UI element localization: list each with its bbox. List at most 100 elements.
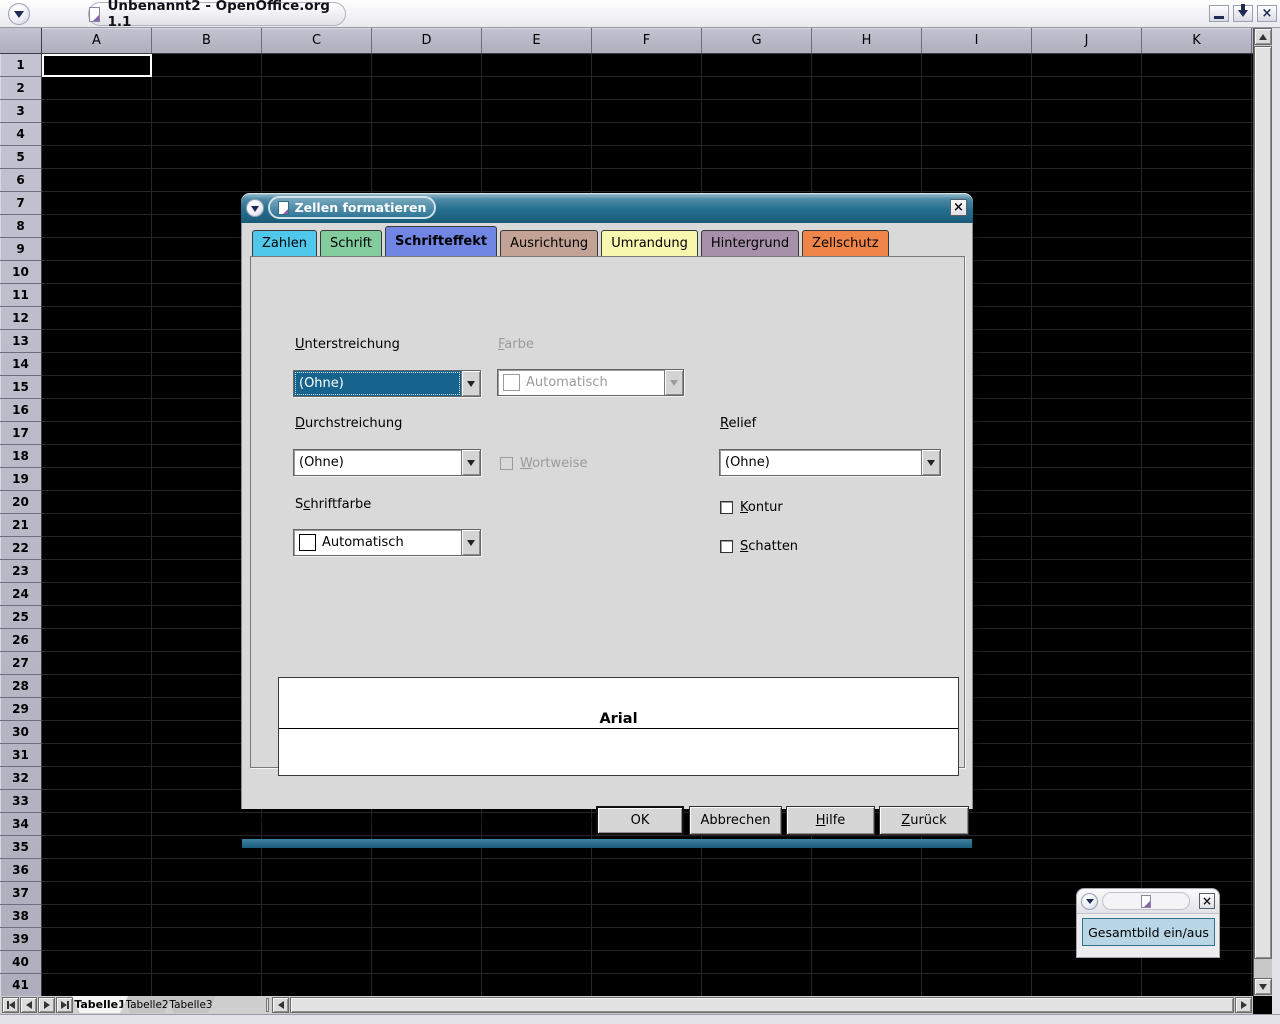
row-header-15[interactable]: 15 [0, 376, 42, 399]
cell-cursor-A1[interactable] [42, 54, 152, 77]
row-header-39[interactable]: 39 [0, 928, 42, 951]
dropdown-arrow-button[interactable] [461, 450, 480, 475]
row-header-17[interactable]: 17 [0, 422, 42, 445]
tab-ausrichtung[interactable]: Ausrichtung [500, 230, 598, 256]
select-all-corner[interactable] [0, 28, 42, 54]
column-header-A[interactable]: A [42, 28, 152, 53]
row-header-27[interactable]: 27 [0, 652, 42, 675]
column-header-C[interactable]: C [262, 28, 372, 53]
vertical-scroll-thumb[interactable] [1254, 46, 1272, 959]
row-header-5[interactable]: 5 [0, 146, 42, 169]
column-header-D[interactable]: D [372, 28, 482, 53]
window-menu-button[interactable] [8, 3, 30, 25]
row-header-35[interactable]: 35 [0, 836, 42, 859]
row-header-22[interactable]: 22 [0, 537, 42, 560]
row-header-36[interactable]: 36 [0, 859, 42, 882]
row-header-40[interactable]: 40 [0, 951, 42, 974]
horizontal-scrollbar[interactable] [272, 997, 1253, 1013]
row-header-28[interactable]: 28 [0, 675, 42, 698]
dropdown-arrow-button[interactable] [461, 530, 480, 555]
row-header-38[interactable]: 38 [0, 905, 42, 928]
row-header-19[interactable]: 19 [0, 468, 42, 491]
row-header-14[interactable]: 14 [0, 353, 42, 376]
ok-button[interactable]: OK [596, 806, 684, 835]
row-header-16[interactable]: 16 [0, 399, 42, 422]
row-header-13[interactable]: 13 [0, 330, 42, 353]
row-header-30[interactable]: 30 [0, 721, 42, 744]
font-color-dropdown[interactable]: Automatisch [293, 529, 481, 556]
column-header-G[interactable]: G [702, 28, 812, 53]
row-header-1[interactable]: 1 [0, 54, 42, 77]
scroll-down-button[interactable] [1254, 978, 1272, 995]
vertical-scrollbar[interactable] [1253, 28, 1272, 996]
outline-checkbox[interactable]: Kontur [720, 500, 783, 515]
cancel-button[interactable]: Abbrechen [689, 806, 782, 835]
row-header-33[interactable]: 33 [0, 790, 42, 813]
row-header-26[interactable]: 26 [0, 629, 42, 652]
column-header-B[interactable]: B [152, 28, 262, 53]
row-header-24[interactable]: 24 [0, 583, 42, 606]
row-header-23[interactable]: 23 [0, 560, 42, 583]
tab-scrollbar-splitter[interactable] [266, 998, 269, 1012]
dropdown-arrow-button[interactable] [461, 371, 480, 396]
sheet-tab-tabelle2[interactable]: Tabelle2 [122, 996, 172, 1013]
scroll-left-button[interactable] [272, 997, 289, 1013]
row-header-6[interactable]: 6 [0, 169, 42, 192]
row-header-34[interactable]: 34 [0, 813, 42, 836]
toggle-overview-button[interactable]: Gesamtbild ein/aus [1082, 918, 1215, 946]
row-header-32[interactable]: 32 [0, 767, 42, 790]
close-button[interactable]: × [1257, 5, 1277, 22]
dialog-close-button[interactable]: × [950, 199, 967, 216]
column-header-K[interactable]: K [1142, 28, 1252, 53]
tab-schrifteffekt[interactable]: Schrifteffekt [385, 226, 497, 256]
help-button[interactable]: Hilfe [786, 806, 875, 835]
sheet-tab-tabelle1[interactable]: Tabelle1 [72, 996, 128, 1013]
column-header-J[interactable]: J [1032, 28, 1142, 53]
row-header-20[interactable]: 20 [0, 491, 42, 514]
row-header-18[interactable]: 18 [0, 445, 42, 468]
row-header-11[interactable]: 11 [0, 284, 42, 307]
tab-zellschutz[interactable]: Zellschutz [802, 230, 888, 256]
tool-window-titlebar[interactable]: × [1077, 889, 1219, 914]
scroll-up-button[interactable] [1254, 28, 1272, 45]
minimize-button[interactable] [1209, 5, 1229, 22]
row-header-31[interactable]: 31 [0, 744, 42, 767]
row-header-3[interactable]: 3 [0, 100, 42, 123]
tool-window-close-button[interactable]: × [1199, 893, 1215, 909]
horizontal-scroll-thumb[interactable] [290, 997, 1234, 1013]
row-header-21[interactable]: 21 [0, 514, 42, 537]
tool-window-menu-button[interactable] [1081, 893, 1098, 910]
row-header-12[interactable]: 12 [0, 307, 42, 330]
tab-schrift[interactable]: Schrift [320, 230, 382, 256]
sheet-tab-tabelle3[interactable]: Tabelle3 [166, 996, 216, 1013]
row-header-9[interactable]: 9 [0, 238, 42, 261]
back-button[interactable]: Zurück [879, 806, 969, 835]
row-header-8[interactable]: 8 [0, 215, 42, 238]
tab-umrandung[interactable]: Umrandung [601, 230, 698, 256]
previous-sheet-button[interactable] [20, 997, 37, 1013]
next-sheet-button[interactable] [38, 997, 55, 1013]
first-sheet-button[interactable] [2, 997, 19, 1013]
row-header-7[interactable]: 7 [0, 192, 42, 215]
row-header-29[interactable]: 29 [0, 698, 42, 721]
tab-hintergrund[interactable]: Hintergrund [701, 230, 799, 256]
maximize-button[interactable] [1233, 5, 1253, 22]
row-header-10[interactable]: 10 [0, 261, 42, 284]
row-header-2[interactable]: 2 [0, 77, 42, 100]
dropdown-arrow-button[interactable] [921, 450, 940, 475]
underline-dropdown[interactable]: (Ohne) [293, 370, 481, 397]
row-header-41[interactable]: 41 [0, 974, 42, 996]
last-sheet-button[interactable] [56, 997, 73, 1013]
shadow-checkbox[interactable]: Schatten [720, 539, 798, 554]
column-header-I[interactable]: I [922, 28, 1032, 53]
row-header-4[interactable]: 4 [0, 123, 42, 146]
row-header-25[interactable]: 25 [0, 606, 42, 629]
strikethrough-dropdown[interactable]: (Ohne) [293, 449, 481, 476]
column-header-H[interactable]: H [812, 28, 922, 53]
dialog-menu-button[interactable] [246, 199, 264, 217]
dialog-titlebar[interactable]: Zellen formatieren × [241, 193, 973, 223]
column-header-E[interactable]: E [482, 28, 592, 53]
relief-dropdown[interactable]: (Ohne) [719, 449, 941, 476]
row-header-37[interactable]: 37 [0, 882, 42, 905]
column-header-F[interactable]: F [592, 28, 702, 53]
